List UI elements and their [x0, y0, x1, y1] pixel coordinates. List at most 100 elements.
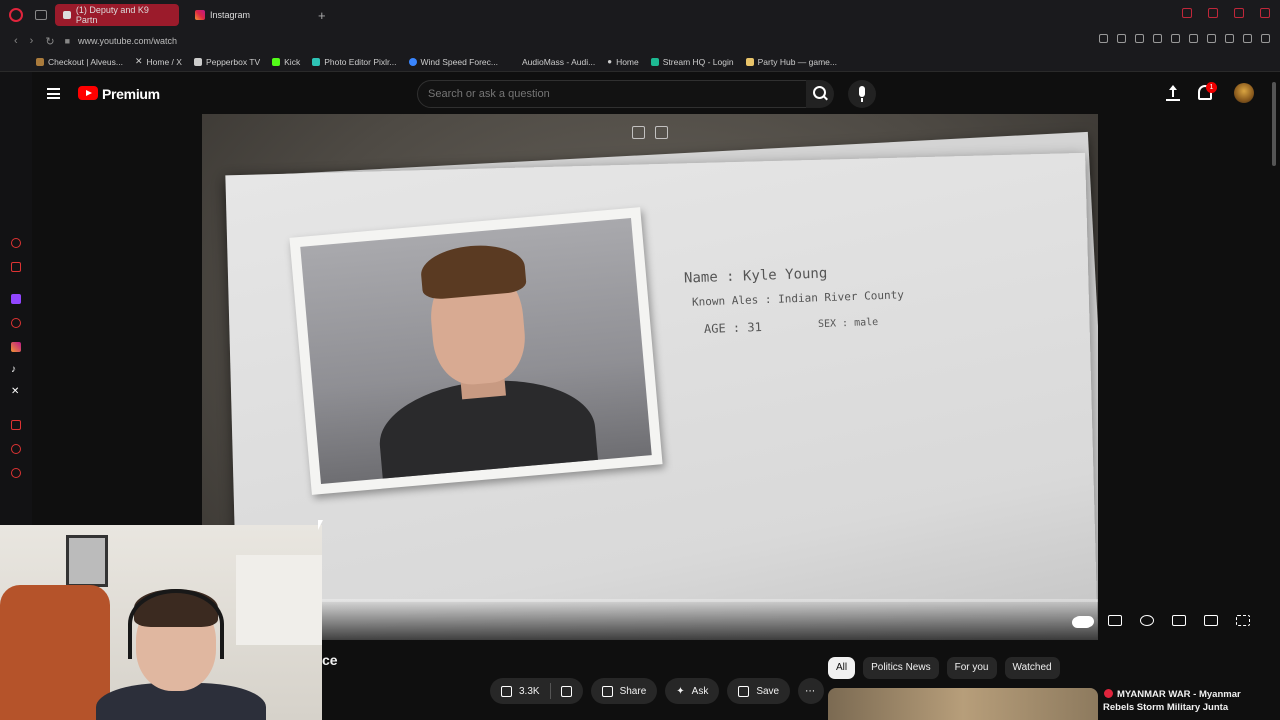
instagram-icon[interactable]: [11, 342, 21, 352]
more-horizontal-icon: ⋯: [805, 685, 816, 697]
captions-icon[interactable]: [1108, 615, 1122, 626]
autoplay-toggle[interactable]: [1074, 616, 1094, 627]
extensions-icon[interactable]: [1189, 34, 1198, 43]
back-icon[interactable]: ‹: [14, 35, 18, 47]
recommendation-filter-chips: All Politics News For you Watched: [828, 657, 1060, 679]
tiktok-icon[interactable]: ♪: [11, 364, 21, 375]
thumbs-up-icon[interactable]: [501, 685, 512, 697]
bookmark-pepperbox[interactable]: Pepperbox TV: [193, 57, 260, 67]
bag-icon[interactable]: [11, 262, 21, 272]
like-count[interactable]: 3.3K: [519, 686, 540, 697]
bookmark-party-hub[interactable]: Party Hub — game...: [745, 57, 837, 67]
kick-icon: [272, 57, 281, 66]
cast-icon[interactable]: [1204, 615, 1218, 626]
miniplayer-mode-icon[interactable]: [1172, 615, 1186, 626]
search-tabs-icon[interactable]: [1182, 8, 1192, 18]
menu-icon[interactable]: [1261, 34, 1270, 43]
tab-instagram[interactable]: Instagram: [187, 4, 258, 26]
url-field[interactable]: www.youtube.com/watch: [78, 36, 177, 46]
opera-logo-icon[interactable]: [9, 8, 23, 22]
opera-sidebar: ♪ ✕: [0, 72, 32, 532]
x-icon[interactable]: ✕: [11, 386, 21, 397]
microphone-icon[interactable]: [848, 80, 876, 108]
more-actions-button[interactable]: ⋯: [798, 678, 825, 704]
share-icon: [601, 685, 613, 697]
twitch-icon[interactable]: [11, 294, 21, 304]
sparkle-icon: ✦: [676, 685, 685, 697]
bookmark-kick[interactable]: Kick: [272, 57, 300, 67]
video-player[interactable]: Name : Kyle Young Known Ales : Indian Ri…: [202, 114, 1098, 640]
youtube-header: Premium 1: [32, 72, 1280, 116]
document-sex-line: SEX : male: [817, 316, 879, 331]
upload-icon[interactable]: [1166, 85, 1180, 101]
recommendation-title[interactable]: MYANMAR WAR - Myanmar Rebels Storm Milit…: [1103, 688, 1271, 714]
notes-icon[interactable]: [11, 420, 21, 430]
mouse-cursor-icon: [318, 520, 323, 530]
minimize-icon[interactable]: [1208, 8, 1218, 18]
bookmark-audiomass[interactable]: AudioMass - Audi...: [522, 57, 595, 67]
ask-button[interactable]: ✦ Ask: [665, 678, 720, 704]
bookmark-stream-hq[interactable]: Stream HQ - Login: [650, 57, 734, 67]
next-video-icon[interactable]: [655, 126, 668, 139]
fullscreen-icon[interactable]: [1236, 615, 1250, 626]
address-bar-tools: [1099, 34, 1270, 43]
download-icon[interactable]: [1225, 34, 1234, 43]
save-button[interactable]: Save: [727, 678, 791, 704]
chip-all[interactable]: All: [828, 657, 856, 679]
history-icon[interactable]: [11, 238, 21, 248]
maximize-icon[interactable]: [1234, 8, 1244, 18]
close-icon[interactable]: [1260, 8, 1270, 18]
settings-gear-icon[interactable]: [1140, 615, 1154, 626]
player-top-controls: [632, 126, 668, 139]
speaker-icon: [63, 11, 71, 19]
tab-tray-icon[interactable]: [35, 10, 47, 20]
bookmark-icon[interactable]: [1099, 34, 1108, 43]
snapshot-icon[interactable]: [1117, 34, 1126, 43]
reload-icon[interactable]: ↻: [45, 35, 54, 48]
recommendation-thumbnail[interactable]: [828, 688, 1098, 720]
bookmark-wind-speed[interactable]: Wind Speed Forec...: [408, 57, 498, 67]
bookmark-alveus[interactable]: Checkout | Alveus...: [36, 57, 123, 67]
shield-icon[interactable]: [1135, 34, 1144, 43]
video-actions: 3.3K Share ✦ Ask Save ⋯: [490, 678, 825, 704]
document-age-line: AGE : 31: [703, 319, 763, 337]
heart-icon[interactable]: [1171, 34, 1180, 43]
wallet-icon[interactable]: [1207, 34, 1216, 43]
bookmark-home[interactable]: ● Home: [607, 57, 639, 67]
like-dislike-group: 3.3K: [490, 678, 583, 704]
forward-icon[interactable]: ›: [30, 35, 34, 47]
percent-icon[interactable]: [11, 318, 21, 328]
search-input[interactable]: [417, 80, 809, 108]
pepperbox-icon: [193, 57, 202, 66]
bookmark-pixlr[interactable]: Photo Editor Pixlr...: [312, 57, 397, 67]
alveus-icon: [36, 57, 44, 66]
page-scrollbar[interactable]: [1272, 82, 1276, 166]
youtube-premium-brand[interactable]: Premium: [102, 86, 160, 102]
tab-label: (1) Deputy and K9 Partn: [75, 5, 149, 25]
search-icon[interactable]: [806, 80, 834, 108]
ai-icon[interactable]: [1243, 34, 1252, 43]
stream-hq-icon: [650, 57, 659, 66]
webcam-overlay: [0, 525, 322, 720]
new-tab-button[interactable]: +: [318, 8, 326, 23]
youtube-logo-icon[interactable]: [78, 86, 98, 100]
share-button[interactable]: Share: [590, 678, 658, 704]
chip-for-you[interactable]: For you: [946, 657, 997, 679]
hamburger-menu-icon[interactable]: [47, 88, 60, 99]
play-icon[interactable]: [1153, 34, 1162, 43]
globe-icon: [408, 57, 417, 66]
chip-watched[interactable]: Watched: [1004, 657, 1060, 679]
bookmarks-bar: Checkout | Alveus... ✕ Home / X Pepperbox…: [0, 52, 1280, 72]
bookmark-x[interactable]: ✕ Home / X: [135, 56, 182, 67]
tab-youtube[interactable]: (1) Deputy and K9 Partn: [55, 4, 179, 26]
address-bar: ‹ › ↻ ■ www.youtube.com/watch: [0, 30, 1280, 52]
avatar[interactable]: [1234, 83, 1254, 103]
clock-icon[interactable]: [11, 444, 21, 454]
chip-politics-news[interactable]: Politics News: [863, 657, 939, 679]
settings-icon[interactable]: [11, 468, 21, 478]
progress-bar[interactable]: [322, 599, 1098, 602]
miniplayer-icon[interactable]: [632, 126, 645, 139]
location-pin-icon: ●: [607, 57, 613, 66]
thumbs-down-icon[interactable]: [560, 685, 572, 697]
video-title: ce: [322, 652, 338, 668]
